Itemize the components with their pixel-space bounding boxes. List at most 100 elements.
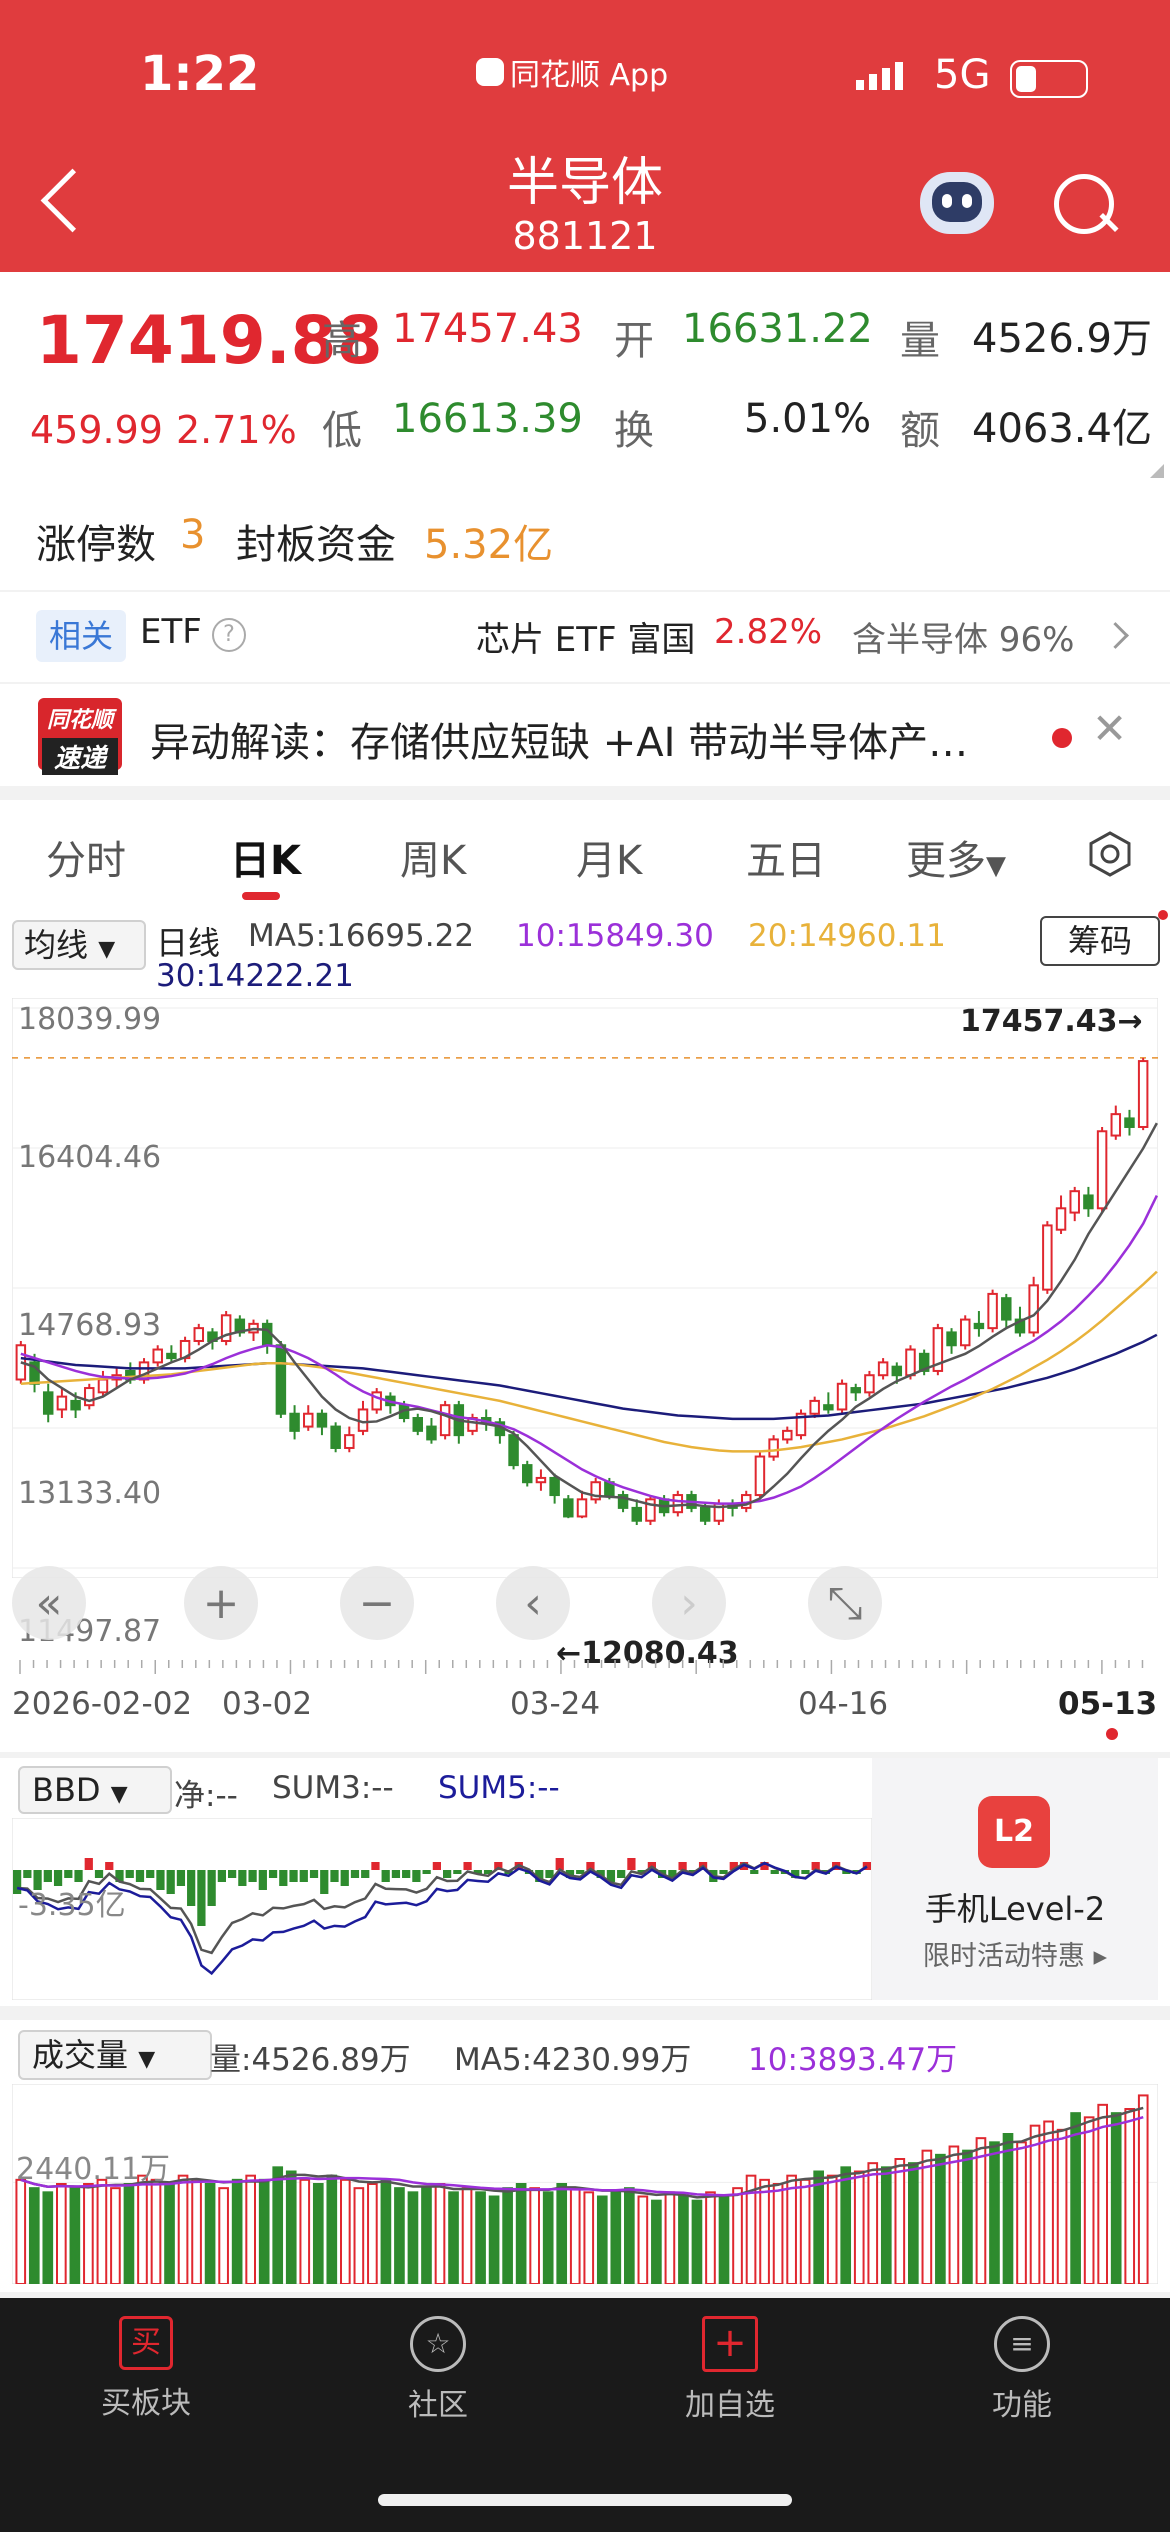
bbd-bar [402,1870,411,1878]
turnover-label: 换 [614,408,654,454]
volume-bar [853,2170,865,2284]
caret-down-icon: ▼ [986,851,1006,881]
volume-bar [826,2174,838,2284]
volume-bar [502,2187,513,2284]
bbd-bar [309,1870,319,1878]
etf-name: 芯片 ETF 富国 [476,620,696,660]
settings-icon[interactable] [1086,830,1134,878]
limit-up-label: 涨停数 [36,522,156,568]
tab-more[interactable]: 更多▼ [906,828,1006,886]
open-value: 16631.22 [682,306,873,352]
tab-daily-k[interactable]: 日K [230,828,301,886]
bbd-bar [350,1870,360,1878]
new-dot [1158,910,1168,920]
status-time: 1:22 [140,46,260,102]
bbd-sum5: SUM5:-- [438,1770,560,1806]
search-button[interactable] [1054,174,1114,234]
tab-weekly-k[interactable]: 周K [400,828,466,886]
bbd-bar [770,1870,779,1874]
low-value: 16613.39 [392,396,583,442]
nav-buy-sector[interactable]: 买 买板块 [46,2316,246,2422]
volume-bar [407,2191,419,2284]
volume-bar [880,2166,892,2284]
bbd-chart[interactable] [12,1818,872,2000]
nav-add-watchlist[interactable]: + 加自选 [630,2316,830,2424]
volume-bar [137,2174,148,2284]
buy-icon: 买 [119,2316,173,2370]
news-row[interactable]: 同花顺 速递 异动解读：存储供应短缺 +AI 带动半导体产… ✕ [0,684,1170,786]
signal-icon [856,62,903,90]
help-icon[interactable]: ? [212,618,246,652]
expand-icon[interactable] [1150,464,1164,478]
y-label-2: 16404.46 [18,1140,162,1175]
scroll-right-button[interactable]: › [652,1566,726,1640]
volume-bar [461,2187,473,2284]
candlestick-chart[interactable] [12,998,1158,1578]
candle-body [152,1348,163,1364]
ma-selector[interactable]: 均线 ▼ [12,920,146,970]
bbd-frame [12,1818,872,2000]
level2-promo[interactable]: L2 手机Level-2 限时活动特惠 ▸ [872,1758,1158,2000]
nav-community[interactable]: ☆ 社区 [338,2316,538,2424]
volume-bar [732,2187,743,2284]
bbd-bar [187,1870,196,1906]
bbd-bar [463,1862,472,1870]
add-watch-icon: + [702,2316,758,2372]
community-icon: ☆ [410,2316,466,2372]
bbd-selector[interactable]: BBD ▼ [18,1766,172,1814]
volume-selector[interactable]: 成交量 ▼ [18,2030,212,2080]
caret-down-icon: ▼ [98,937,116,962]
tab-intraday[interactable]: 分时 [46,828,126,886]
chip-button[interactable]: 筹码 [1040,916,1160,966]
high-marker: 17457.43→ [960,1004,1143,1039]
bbd-bar [217,1870,226,1882]
bbd-bar [371,1862,380,1870]
quote-panel: 17419.88 459.99 2.71% 高 17457.43 开 16631… [0,272,1170,590]
candle-body [1110,1113,1122,1137]
scroll-left-fast-button[interactable]: « [12,1566,86,1640]
bbd-sum3-line [17,1861,868,1955]
zoom-out-button[interactable]: − [340,1566,414,1640]
zoom-in-button[interactable]: + [184,1566,258,1640]
bbd-bar [238,1870,247,1886]
etf-pct: 2.82% [714,612,823,652]
bbd-bar [320,1870,329,1894]
volume-bar [894,2158,906,2284]
divider [0,2006,1170,2020]
bbd-net: 净:-- [174,1778,238,1814]
bbd-bar [361,1870,370,1878]
volume-bar [1137,2094,1149,2284]
price-change-pct: 2.71% [176,408,297,452]
volume-bar [840,2166,852,2284]
etf-label: ETF [140,612,202,652]
volume-bar [299,2178,311,2284]
volume-bar [718,2195,730,2284]
scroll-left-button[interactable]: ‹ [496,1566,570,1640]
volume-bar [448,2191,459,2284]
candle-body [1028,1284,1039,1334]
volume-current: 量:4526.89万 [210,2042,411,2078]
volume-bar [515,2183,527,2284]
news-headline[interactable]: 异动解读：存储供应短缺 +AI 带动半导体产… [150,710,1010,768]
volume-bar [962,2149,973,2284]
robot-assistant-button[interactable] [920,172,994,234]
volume-scale: 2440.11万 [16,2152,171,2187]
volume-bar [691,2199,703,2284]
candle-body [426,1425,437,1441]
volume-bar [367,2183,378,2284]
fullscreen-button[interactable]: ⤡ [808,1566,882,1640]
volume-bar [1097,2103,1108,2284]
tab-five-day[interactable]: 五日 [746,828,826,886]
active-tab-indicator [242,892,280,900]
volume-bar [83,2183,94,2284]
today-dot [1106,1728,1118,1740]
x-axis-ticks [19,1660,1144,1674]
tab-monthly-k[interactable]: 月K [576,828,642,886]
bbd-bar [146,1870,155,1878]
nav-functions[interactable]: ≡ 功能 [922,2316,1122,2424]
close-icon[interactable]: ✕ [1092,704,1127,753]
candle-body [809,1399,820,1415]
related-etf-row[interactable]: 相关 ETF ? 芯片 ETF 富国 2.82% 含半导体 96% [0,592,1170,682]
ma10-line [20,1195,1158,1505]
volume-chart[interactable] [12,2084,1158,2284]
